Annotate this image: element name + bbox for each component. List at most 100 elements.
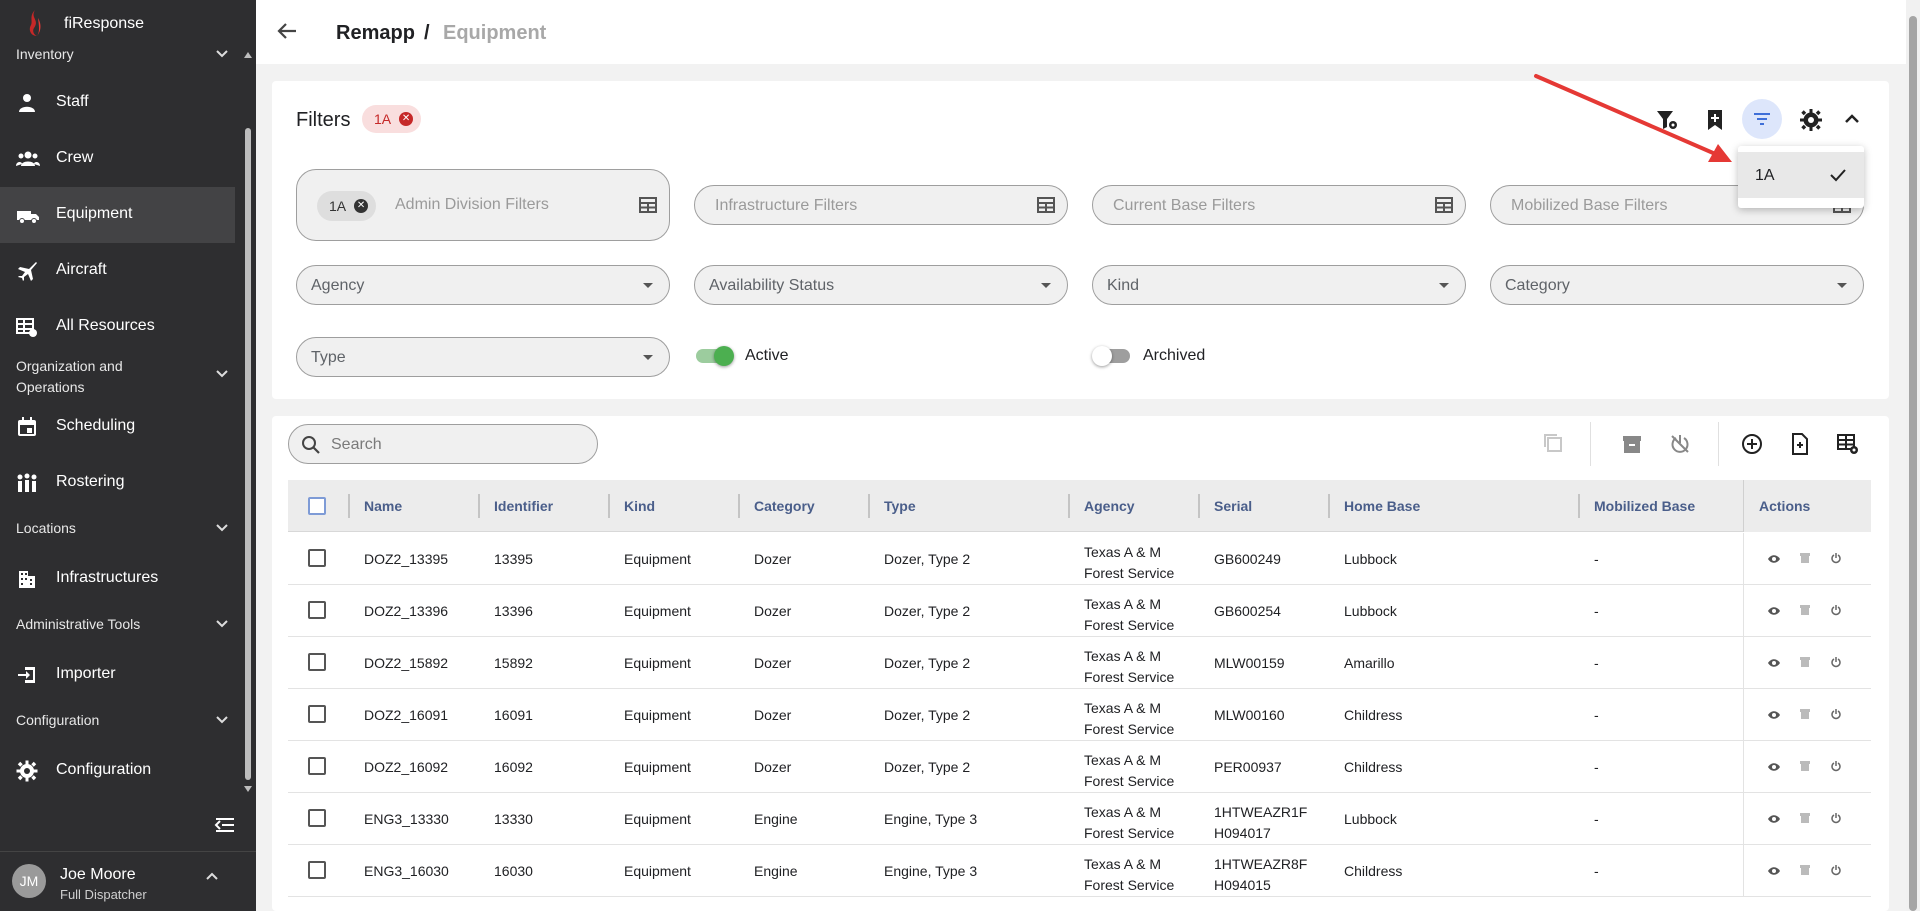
sidebar-item-rostering[interactable]: Rostering	[0, 455, 235, 511]
view-eye-icon[interactable]	[1767, 552, 1781, 566]
search-input[interactable]: Search	[288, 424, 598, 464]
admin-division-chip[interactable]: 1A ✕	[317, 191, 377, 221]
sidebar-item-infrastructures[interactable]: Infrastructures	[0, 551, 235, 607]
archive-button[interactable]	[1616, 428, 1648, 460]
row-checkbox[interactable]	[308, 601, 326, 619]
sidebar-item-crew[interactable]: Crew	[0, 131, 235, 187]
archive-icon[interactable]	[1799, 864, 1811, 876]
table-row[interactable]: ENG3_13330 13330 Equipment Engine Engine…	[288, 793, 1871, 845]
sidebar-item-aircraft[interactable]: Aircraft	[0, 243, 235, 299]
table-settings-button[interactable]	[1832, 428, 1864, 460]
table-row[interactable]: ENG3_16030 16030 Equipment Engine Engine…	[288, 845, 1871, 897]
row-checkbox[interactable]	[308, 861, 326, 879]
sidebar-item-staff[interactable]: Staff	[0, 75, 235, 131]
sidebar-item-importer[interactable]: Importer	[0, 647, 235, 703]
add-equipment-button[interactable]	[1736, 428, 1768, 460]
column-header-mobilized-base[interactable]: Mobilized Base	[1594, 498, 1695, 514]
availability-status-select[interactable]: Availability Status	[694, 265, 1068, 305]
category-select[interactable]: Category	[1490, 265, 1864, 305]
archive-icon[interactable]	[1799, 760, 1811, 772]
archived-toggle[interactable]	[1092, 346, 1132, 366]
page-scrollbar[interactable]	[1906, 0, 1920, 911]
view-eye-icon[interactable]	[1767, 760, 1781, 774]
column-header-category[interactable]: Category	[754, 498, 815, 514]
section-configuration[interactable]: Configuration	[16, 712, 234, 732]
section-inventory[interactable]: Inventory	[16, 46, 234, 66]
sidebar-scroll-thumb[interactable]	[245, 128, 251, 780]
power-icon[interactable]	[1830, 812, 1842, 824]
column-header-identifier[interactable]: Identifier	[494, 498, 553, 514]
sidebar-item-all-resources[interactable]: All Resources	[0, 299, 235, 355]
agency-select[interactable]: Agency	[296, 265, 670, 305]
remove-chip-icon[interactable]: ✕	[354, 199, 369, 213]
section-locations[interactable]: Locations	[16, 520, 234, 540]
table-row[interactable]: DOZ2_13396 13396 Equipment Dozer Dozer, …	[288, 585, 1871, 637]
table-row[interactable]: DOZ2_15892 15892 Equipment Dozer Dozer, …	[288, 637, 1871, 689]
saved-filters-button[interactable]	[1742, 99, 1782, 139]
current-base-filter-field[interactable]: Current Base Filters	[1092, 185, 1466, 225]
table-row[interactable]: DOZ2_16092 16092 Equipment Dozer Dozer, …	[288, 741, 1871, 793]
section-inventory-label: Inventory	[16, 46, 74, 62]
cell-serial-line1: GB600249	[1214, 551, 1281, 567]
settings-gear-button[interactable]	[1790, 99, 1830, 139]
sidebar-scroll-up[interactable]	[244, 52, 252, 58]
admin-division-filter-field[interactable]: 1A ✕ Admin Division Filters	[296, 169, 670, 241]
breadcrumb-parent[interactable]: Remapp	[336, 22, 415, 45]
view-eye-icon[interactable]	[1767, 864, 1781, 878]
row-checkbox[interactable]	[308, 705, 326, 723]
row-checkbox[interactable]	[308, 653, 326, 671]
deactivate-button[interactable]	[1664, 428, 1696, 460]
sidebar-item-configuration[interactable]: Configuration	[0, 743, 235, 799]
column-header-home-base[interactable]: Home Base	[1344, 498, 1420, 514]
collapse-sidebar-icon[interactable]	[214, 815, 238, 835]
power-icon[interactable]	[1830, 656, 1842, 668]
type-select[interactable]: Type	[296, 337, 670, 377]
row-checkbox[interactable]	[308, 757, 326, 775]
export-file-button[interactable]	[1784, 428, 1816, 460]
archive-icon[interactable]	[1799, 604, 1811, 616]
column-header-kind[interactable]: Kind	[624, 498, 655, 514]
power-icon[interactable]	[1830, 552, 1842, 564]
view-eye-icon[interactable]	[1767, 708, 1781, 722]
view-eye-icon[interactable]	[1767, 656, 1781, 670]
remove-chip-icon[interactable]: ✕	[399, 112, 414, 126]
column-header-serial[interactable]: Serial	[1214, 498, 1252, 514]
archive-icon[interactable]	[1799, 812, 1811, 824]
table-picker-icon[interactable]	[1037, 196, 1055, 214]
section-organization[interactable]: Organization and Operations	[16, 356, 234, 398]
active-filter-chip[interactable]: 1A ✕	[362, 105, 422, 133]
back-arrow-icon[interactable]	[276, 20, 298, 42]
view-eye-icon[interactable]	[1767, 604, 1781, 618]
active-toggle[interactable]	[694, 346, 734, 366]
user-profile[interactable]: JM Joe Moore Full Dispatcher	[0, 851, 256, 911]
collapse-filters-button[interactable]	[1832, 99, 1872, 139]
chevron-up-icon[interactable]	[206, 872, 218, 880]
table-row[interactable]: DOZ2_13395 13395 Equipment Dozer Dozer, …	[288, 533, 1871, 585]
column-header-agency[interactable]: Agency	[1084, 498, 1135, 514]
row-checkbox[interactable]	[308, 809, 326, 827]
table-picker-icon[interactable]	[639, 196, 657, 214]
sidebar-item-scheduling[interactable]: Scheduling	[0, 399, 235, 455]
kind-select[interactable]: Kind	[1092, 265, 1466, 305]
table-row[interactable]: DOZ2_16091 16091 Equipment Dozer Dozer, …	[288, 689, 1871, 741]
archive-icon[interactable]	[1799, 552, 1811, 564]
select-all-checkbox[interactable]	[308, 497, 326, 515]
saved-filter-option[interactable]: 1A	[1738, 152, 1864, 198]
column-header-type[interactable]: Type	[884, 498, 916, 514]
section-admin-tools[interactable]: Administrative Tools	[16, 616, 234, 636]
power-icon[interactable]	[1830, 604, 1842, 616]
sidebar-scroll-down[interactable]	[244, 786, 252, 792]
power-icon[interactable]	[1830, 708, 1842, 720]
archive-icon[interactable]	[1799, 656, 1811, 668]
table-picker-icon[interactable]	[1435, 196, 1453, 214]
archive-icon[interactable]	[1799, 708, 1811, 720]
page-scroll-thumb[interactable]	[1909, 16, 1917, 911]
sidebar-item-equipment[interactable]: Equipment	[0, 187, 235, 243]
power-icon[interactable]	[1830, 760, 1842, 772]
row-checkbox[interactable]	[308, 549, 326, 567]
view-eye-icon[interactable]	[1767, 812, 1781, 826]
column-header-name[interactable]: Name	[364, 498, 402, 514]
power-icon[interactable]	[1830, 864, 1842, 876]
infrastructure-filter-field[interactable]: Infrastructure Filters	[694, 185, 1068, 225]
bulk-copy-button[interactable]	[1538, 428, 1570, 460]
